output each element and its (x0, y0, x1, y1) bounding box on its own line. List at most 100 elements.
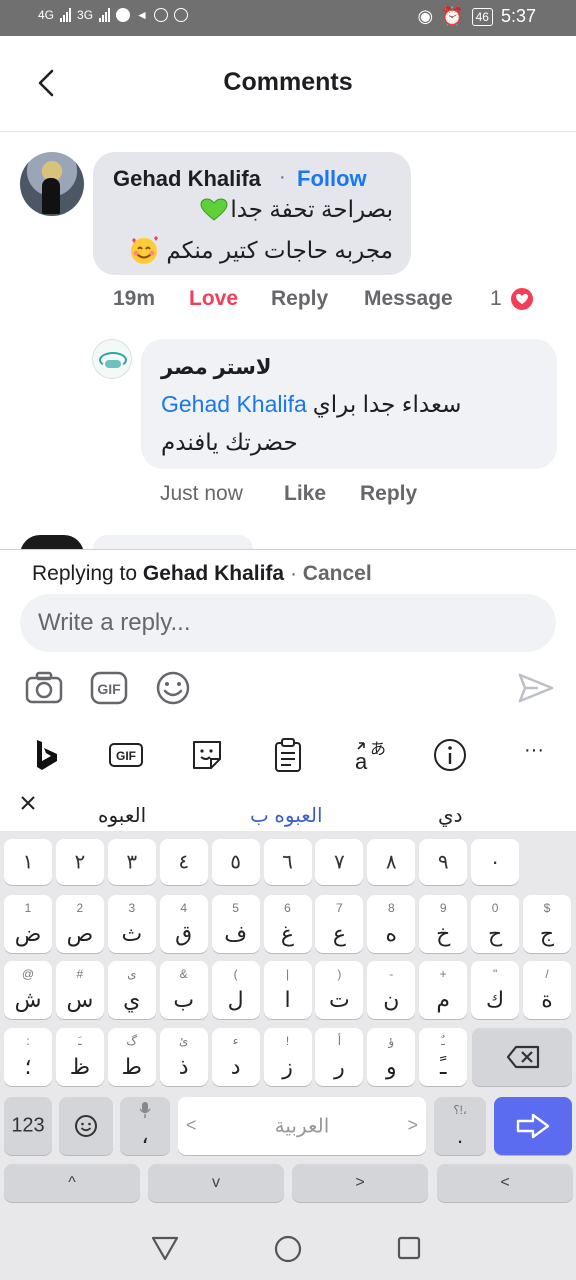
key-number-9[interactable]: ٩ (419, 839, 468, 885)
send-icon[interactable] (516, 670, 556, 706)
key-number-6-center: ٦ (282, 851, 293, 874)
period-key[interactable]: ؟!،. (434, 1097, 486, 1155)
mention-link[interactable]: Gehad Khalifa (161, 391, 307, 418)
key-row1-1-main: ص (66, 921, 94, 946)
reply-button[interactable]: Reply (271, 287, 328, 311)
key-row1-3[interactable]: 4ق (159, 895, 208, 953)
cancel-reply-button[interactable]: Cancel (303, 562, 372, 585)
commenter-avatar[interactable] (20, 152, 84, 216)
comment-bubble[interactable]: Gehad Khalifa · Follow بصراحة تحفة جدا م… (93, 152, 411, 275)
key-number-8[interactable]: ٨ (367, 839, 416, 885)
key-number-1[interactable]: ١ (4, 839, 52, 885)
arrow-key-1-center: ^ (68, 1174, 76, 1191)
love-button[interactable]: Love (189, 287, 238, 311)
numbers-key[interactable]: 123 (4, 1097, 52, 1155)
collapse-suggestions-icon[interactable] (20, 795, 36, 815)
key-row2-6[interactable]: ) ت (315, 961, 364, 1019)
suggestion-3[interactable]: دي (438, 803, 463, 828)
key-row2-9[interactable]: " ك (471, 961, 520, 1019)
key-row2-1[interactable]: # س (55, 961, 104, 1019)
key-row1-10[interactable]: $ ج (523, 895, 571, 953)
more-options-icon[interactable]: ··· (516, 739, 552, 775)
key-row1-4-sub: 5 (232, 901, 239, 915)
replier-avatar[interactable] (92, 339, 132, 379)
love-reaction-icon[interactable] (509, 286, 535, 312)
reply-author[interactable]: لاستر مصر (161, 355, 272, 380)
period-key-main: . (456, 1123, 464, 1148)
key-row2-3[interactable]: & ب (159, 961, 208, 1019)
emoji-key[interactable] (59, 1097, 113, 1155)
key-row3-3[interactable]: ئذ (159, 1028, 208, 1086)
key-row2-7[interactable]: -ن (367, 961, 416, 1019)
key-row3-7[interactable]: ؤو (367, 1028, 416, 1086)
reply-bubble[interactable]: لاستر مصر Gehad Khalifa سعداء جدا براي ح… (141, 339, 557, 469)
key-number-3[interactable]: ٣ (107, 839, 156, 885)
key-row3-2[interactable]: گط (107, 1028, 156, 1086)
key-row1-9-sub: 0 (491, 901, 499, 915)
key-row3-6[interactable]: أر (315, 1028, 364, 1086)
enter-key[interactable] (494, 1097, 572, 1155)
key-row2-0[interactable]: @ ش (4, 961, 52, 1019)
reply-input[interactable] (20, 594, 556, 652)
home-nav-icon[interactable] (273, 1234, 303, 1264)
key-row1-9[interactable]: 0ح (471, 895, 520, 953)
key-number-7[interactable]: ٧ (315, 839, 364, 885)
comma-mic-key[interactable]: ، (120, 1097, 170, 1155)
eye-icon: ◉ (417, 6, 434, 26)
like-button[interactable]: Like (284, 482, 326, 506)
key-row2-4[interactable]: (ل (211, 961, 260, 1019)
key-row3-1-main: ظ (69, 1054, 91, 1079)
key-row3-8[interactable]: ـٌ ـً (419, 1028, 468, 1086)
message-button[interactable]: Message (364, 287, 453, 311)
reaction-count[interactable]: 1 (490, 287, 502, 311)
gif-keyboard-icon[interactable]: GIF (108, 737, 144, 773)
key-row2-10[interactable]: / ة (523, 961, 571, 1019)
back-nav-icon[interactable] (150, 1234, 180, 1262)
arrow-key-2[interactable]: v (148, 1164, 284, 1202)
key-number-5[interactable]: ٥ (211, 839, 260, 885)
gif-icon[interactable]: GIF (89, 670, 129, 706)
translate-icon[interactable]: a あ (352, 737, 388, 773)
backspace-key[interactable] (472, 1028, 572, 1086)
key-row2-8-main: م (436, 987, 450, 1012)
key-row1-1[interactable]: 2ص (55, 895, 104, 953)
reply-to-reply-button[interactable]: Reply (360, 482, 417, 506)
key-number-4[interactable]: ٤ (159, 839, 208, 885)
key-row1-0[interactable]: 1ض (4, 895, 52, 953)
info-icon[interactable] (432, 737, 468, 773)
key-number-6[interactable]: ٦ (263, 839, 312, 885)
key-row1-8[interactable]: 9خ (419, 895, 468, 953)
key-number-8-center: ٨ (385, 851, 397, 874)
key-number-10[interactable]: ٠ (471, 839, 520, 885)
key-row2-8[interactable]: + م (419, 961, 468, 1019)
key-row3-0[interactable]: : ؛ (4, 1028, 52, 1086)
bing-icon[interactable] (28, 737, 64, 773)
recents-nav-icon[interactable] (396, 1235, 422, 1261)
key-row1-4[interactable]: 5ف (211, 895, 260, 953)
key-row1-5[interactable]: 6غ (263, 895, 312, 953)
key-row3-1[interactable]: ـَ ظ (55, 1028, 104, 1086)
space-key[interactable]: < العربية > (178, 1097, 426, 1155)
comment-timestamp: 19m (113, 287, 156, 310)
sticker-icon[interactable] (189, 737, 225, 773)
suggestion-1[interactable]: العبوه (98, 803, 146, 828)
key-row1-6[interactable]: 7ع (315, 895, 364, 953)
key-row1-7[interactable]: 8ه (367, 895, 416, 953)
key-row2-2[interactable]: ىي (107, 961, 156, 1019)
clipboard-icon[interactable] (270, 737, 306, 773)
arrow-key-1[interactable]: ^ (4, 1164, 140, 1202)
arrow-key-4[interactable]: < (437, 1164, 573, 1202)
key-row1-0-sub: 1 (24, 901, 32, 915)
comment-author[interactable]: Gehad Khalifa (113, 166, 261, 192)
follow-button[interactable]: Follow (297, 166, 367, 192)
suggestion-2[interactable]: العبوه ب (250, 803, 323, 828)
key-row3-5[interactable]: ! ز (263, 1028, 312, 1086)
key-row3-4[interactable]: ءد (211, 1028, 260, 1086)
camera-icon[interactable] (24, 670, 64, 706)
signal-icon (60, 8, 72, 22)
arrow-key-3[interactable]: > (292, 1164, 428, 1202)
key-number-2[interactable]: ٢ (55, 839, 104, 885)
emoji-icon[interactable] (153, 670, 193, 706)
key-row1-2[interactable]: 3ث (107, 895, 156, 953)
key-row2-5[interactable]: | ا (263, 961, 312, 1019)
